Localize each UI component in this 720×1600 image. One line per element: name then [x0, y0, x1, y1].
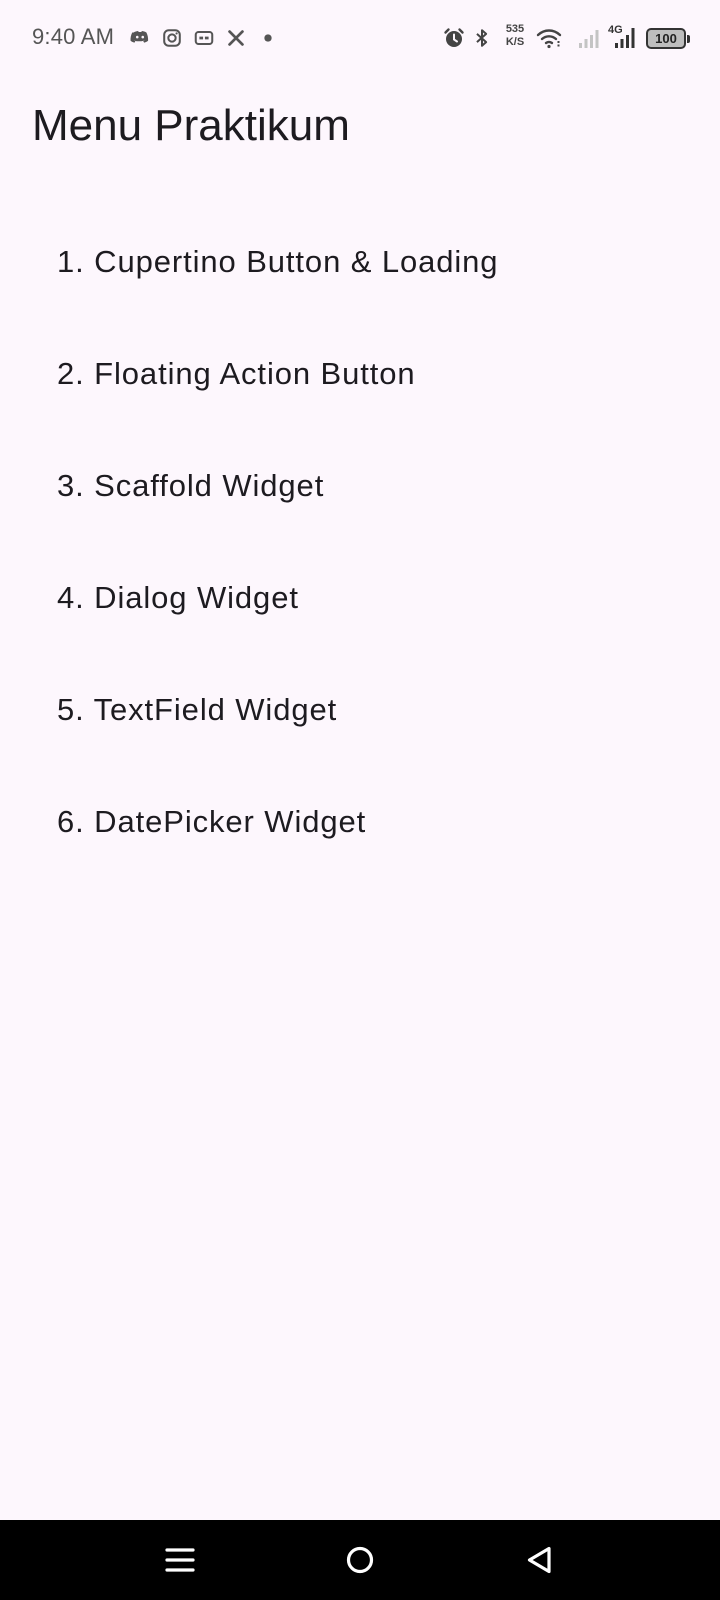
screen: 9:40 AM 535 K/S 4G 100 Menu Praktikum 1.…: [0, 0, 720, 1600]
menu-list: 1. Cupertino Button & Loading 2. Floatin…: [0, 206, 720, 878]
menu-item-label: 2. Floating Action Button: [57, 356, 416, 391]
signal-4g-icon: [614, 27, 636, 49]
navigation-bar: [0, 1520, 720, 1600]
menu-item-label: 6. DatePicker Widget: [57, 804, 367, 839]
bluetooth-icon: [471, 27, 493, 49]
menu-item-dialog-widget[interactable]: 4. Dialog Widget: [0, 542, 720, 654]
menu-item-cupertino-button[interactable]: 1. Cupertino Button & Loading: [0, 206, 720, 318]
menu-item-label: 4. Dialog Widget: [57, 580, 299, 615]
instagram-icon: [161, 27, 183, 49]
menu-item-textfield-widget[interactable]: 5. TextField Widget: [0, 654, 720, 766]
menu-item-label: 1. Cupertino Button & Loading: [57, 244, 499, 279]
menu-item-scaffold-widget[interactable]: 3. Scaffold Widget: [0, 430, 720, 542]
net-speed: 535 K/S: [502, 23, 528, 49]
x-icon: [225, 27, 247, 49]
menu-item-floating-action-button[interactable]: 2. Floating Action Button: [0, 318, 720, 430]
messenger-icon: [193, 27, 215, 49]
battery-level: 100: [655, 31, 677, 46]
discord-icon: [129, 27, 151, 49]
status-bar: 9:40 AM 535 K/S 4G 100: [0, 0, 720, 78]
menu-item-datepicker-widget[interactable]: 6. DatePicker Widget: [0, 766, 720, 878]
alarm-icon: [442, 26, 466, 50]
net-speed-unit: K/S: [505, 36, 525, 48]
wifi-icon: [536, 26, 562, 50]
menu-icon[interactable]: [160, 1540, 200, 1580]
battery-icon: 100: [646, 28, 686, 49]
dot-icon: [257, 27, 279, 49]
status-time: 9:40 AM: [32, 24, 115, 49]
back-icon[interactable]: [520, 1540, 560, 1580]
menu-item-label: 5. TextField Widget: [57, 692, 338, 727]
net-speed-value: 535: [505, 23, 525, 35]
signal-icon: [578, 27, 600, 49]
battery-tip: [687, 35, 690, 43]
page-title: Menu Praktikum: [32, 101, 350, 150]
home-icon[interactable]: [340, 1540, 380, 1580]
menu-item-label: 3. Scaffold Widget: [57, 468, 325, 503]
